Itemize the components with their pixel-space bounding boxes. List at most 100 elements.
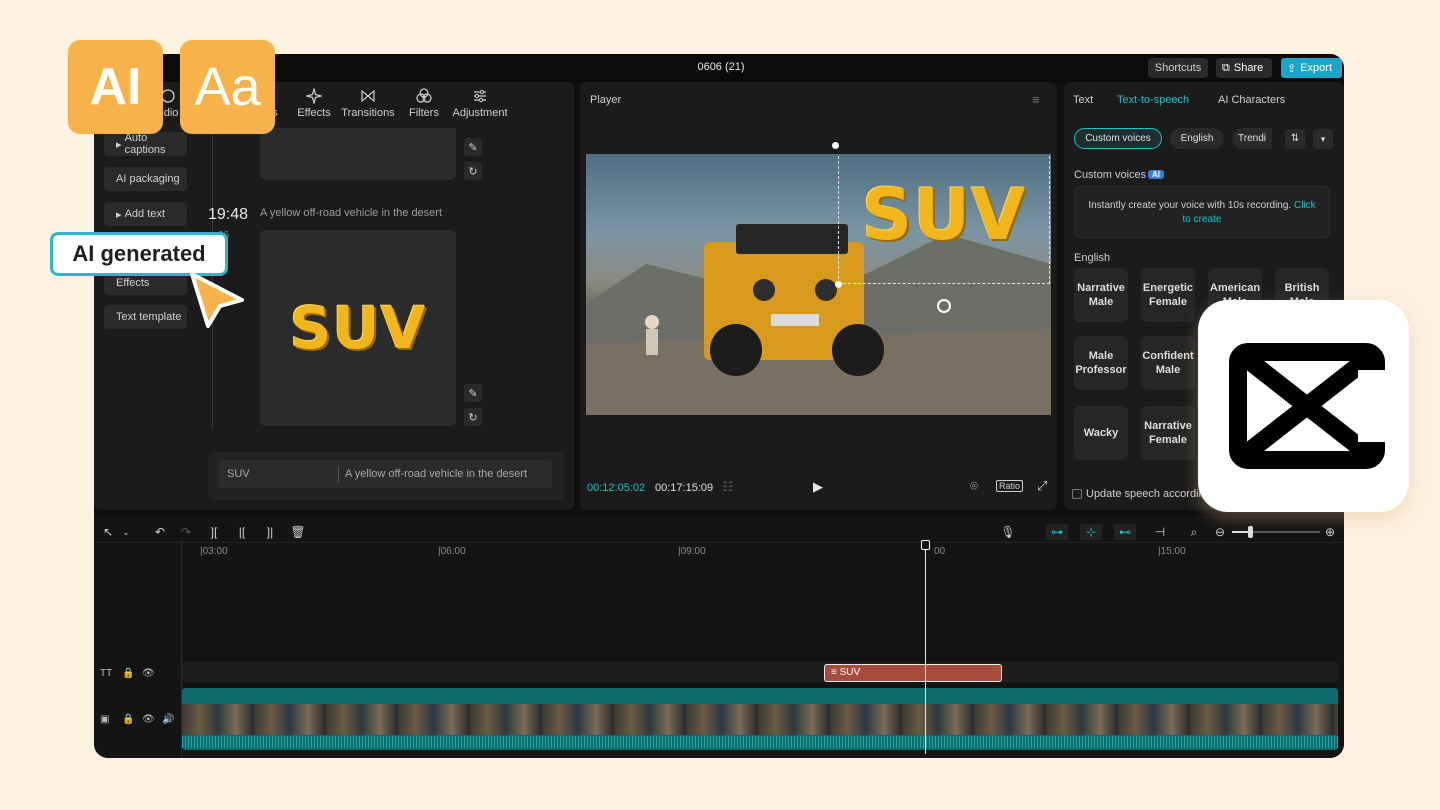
create-voice-card[interactable]: Instantly create your voice with 10s rec… xyxy=(1074,186,1330,238)
tick-label: 15:00 xyxy=(1160,546,1186,557)
fullscreen-icon[interactable]: ⤢ xyxy=(1037,478,1047,494)
tick-label: 03:00 xyxy=(202,546,228,557)
zoom-slider[interactable] xyxy=(1232,526,1320,538)
sort-icon[interactable]: ⇅ xyxy=(1285,129,1305,149)
prompt-input[interactable]: SUV A yellow off-road vehicle in the des… xyxy=(218,460,552,488)
chevron-down-icon[interactable]: ⌄ xyxy=(118,524,134,540)
voice-confident-male[interactable]: Confident Male xyxy=(1141,336,1195,390)
zoom-in-icon[interactable]: ⊕ xyxy=(1322,524,1338,540)
split-left-icon[interactable]: |[ xyxy=(234,524,250,540)
ai-badge: AI xyxy=(1148,170,1164,179)
tab-text[interactable]: Text xyxy=(1073,94,1093,106)
chevron-down-icon[interactable]: ▾ xyxy=(1313,129,1333,149)
text-selection-box[interactable]: SUV xyxy=(838,154,1050,284)
voice-male-professor[interactable]: Male Professor xyxy=(1074,336,1128,390)
voice-wacky[interactable]: Wacky xyxy=(1074,406,1128,460)
video-thumbnails xyxy=(182,704,1338,735)
rotate-handle[interactable] xyxy=(937,299,951,313)
video-clip[interactable] xyxy=(182,688,1338,750)
playhead-handle[interactable] xyxy=(921,540,930,550)
prompt-divider xyxy=(338,466,339,482)
ratio-button[interactable]: Ratio xyxy=(996,480,1024,492)
custom-voices-heading: Custom voices xyxy=(1074,169,1147,181)
text-clip[interactable]: ≡ SUV xyxy=(824,664,1002,682)
shortcuts-button[interactable]: Shortcuts xyxy=(1148,58,1208,78)
video-overlay-text: SUV xyxy=(861,174,1027,256)
eye-icon[interactable]: 👁 xyxy=(142,714,155,725)
split-icon[interactable]: ][ xyxy=(206,524,222,540)
sidebar-item-add-text[interactable]: ▸ Add text xyxy=(104,202,187,226)
generated-text-preview: SUV xyxy=(289,294,427,362)
ruler-tick: |06:00 xyxy=(438,546,466,557)
preview-icon[interactable]: ⌕ xyxy=(1186,524,1202,540)
filters-icon xyxy=(416,88,432,103)
lock-icon[interactable]: 🔒 xyxy=(122,668,134,679)
sidebar-item-auto-captions[interactable]: ▸ Auto captions xyxy=(104,132,187,156)
menu-icon[interactable]: ≡ xyxy=(1032,92,1040,107)
microphone-icon[interactable]: 🎙 xyxy=(1000,524,1016,540)
voice-narrative-male[interactable]: Narrative Male xyxy=(1074,268,1128,322)
shortcuts-label: Shortcuts xyxy=(1154,62,1202,74)
magnet-icon[interactable]: ⊶ xyxy=(1046,524,1068,540)
text-track xyxy=(182,662,1338,682)
prompt-description: A yellow off-road vehicle in the desert xyxy=(345,468,528,480)
lock-icon[interactable]: 🔒 xyxy=(122,714,134,725)
select-tool-icon[interactable]: ↖ xyxy=(100,524,116,540)
screenshot-icon[interactable]: ⌾ xyxy=(970,478,978,494)
video-track-icon: ▣ xyxy=(100,714,110,725)
resize-handle[interactable] xyxy=(832,142,839,149)
voice-energetic-female[interactable]: Energetic Female xyxy=(1141,268,1195,322)
current-time: 00:12:05:02 xyxy=(587,482,646,494)
transition-icon xyxy=(361,89,375,103)
align-icon[interactable]: ⊣ xyxy=(1152,524,1168,540)
eye-icon[interactable]: 👁 xyxy=(142,668,155,679)
volume-icon[interactable]: 🔊 xyxy=(162,714,174,725)
tab-transitions[interactable]: Transitions xyxy=(340,88,396,128)
redo-icon[interactable]: ↷ xyxy=(178,524,194,540)
resize-handle[interactable] xyxy=(835,281,842,288)
tab-text-to-speech[interactable]: Text-to-speech xyxy=(1117,94,1189,106)
tab-adjustment[interactable]: Adjustment xyxy=(450,88,510,128)
link-icon[interactable]: ⊹ xyxy=(1080,524,1102,540)
export-button[interactable]: ⇪ Export xyxy=(1281,58,1342,78)
font-feature-badge: Aa xyxy=(180,40,275,134)
filter-custom-voices[interactable]: Custom voices xyxy=(1074,128,1162,149)
video-preview[interactable]: SUV xyxy=(586,154,1051,415)
share-button[interactable]: ⧉ Share xyxy=(1216,58,1272,78)
zoom-slider-thumb[interactable] xyxy=(1248,526,1253,538)
left-panel: udio rs Effects Transitions Filters Adju… xyxy=(94,82,574,510)
play-icon[interactable]: ▶ xyxy=(813,479,823,495)
edit-icon[interactable]: ✎ xyxy=(464,384,482,402)
text-clip-label: SUV xyxy=(839,667,861,678)
split-right-icon[interactable]: ]| xyxy=(262,524,278,540)
prompt-bar: SUV A yellow off-road vehicle in the des… xyxy=(208,452,564,500)
previous-result-card[interactable] xyxy=(260,128,456,180)
zoom-out-icon[interactable]: ⊖ xyxy=(1212,524,1228,540)
undo-icon[interactable]: ↶ xyxy=(152,524,168,540)
filter-trending[interactable]: Trendi xyxy=(1232,128,1272,149)
tab-ai-characters[interactable]: AI Characters xyxy=(1218,94,1285,106)
tab-filters[interactable]: Filters xyxy=(406,88,442,128)
sidebar-item-text-template[interactable]: Text template xyxy=(104,305,187,329)
ai-feature-badge: AI xyxy=(68,40,163,134)
tab-effects[interactable]: Effects xyxy=(294,88,334,128)
filter-english[interactable]: English xyxy=(1170,128,1224,149)
snap-icon[interactable]: ⊷ xyxy=(1114,524,1136,540)
refresh-icon[interactable]: ↻ xyxy=(464,408,482,426)
ruler-tick: 00 xyxy=(934,546,945,557)
create-voice-desc: Instantly create your voice with 10s rec… xyxy=(1088,200,1292,211)
voice-narrative-female[interactable]: Narrative Female xyxy=(1141,406,1195,460)
edit-icon[interactable]: ✎ xyxy=(464,138,482,156)
export-label: Export xyxy=(1300,62,1333,74)
delete-icon[interactable]: 🗑 xyxy=(290,524,306,540)
sliders-icon xyxy=(474,89,486,103)
generated-result-card[interactable]: SUV xyxy=(260,230,456,426)
capcut-logo-mark xyxy=(1229,343,1398,469)
grid-icon[interactable]: ☷ xyxy=(722,479,734,495)
update-speech-checkbox[interactable] xyxy=(1072,489,1082,499)
playhead[interactable] xyxy=(925,540,926,754)
refresh-icon[interactable]: ↻ xyxy=(464,162,482,180)
sidebar-item-ai-packaging[interactable]: AI packaging xyxy=(104,167,187,191)
tick-label: 00 xyxy=(934,546,946,557)
tick-label: 06:00 xyxy=(440,546,466,557)
